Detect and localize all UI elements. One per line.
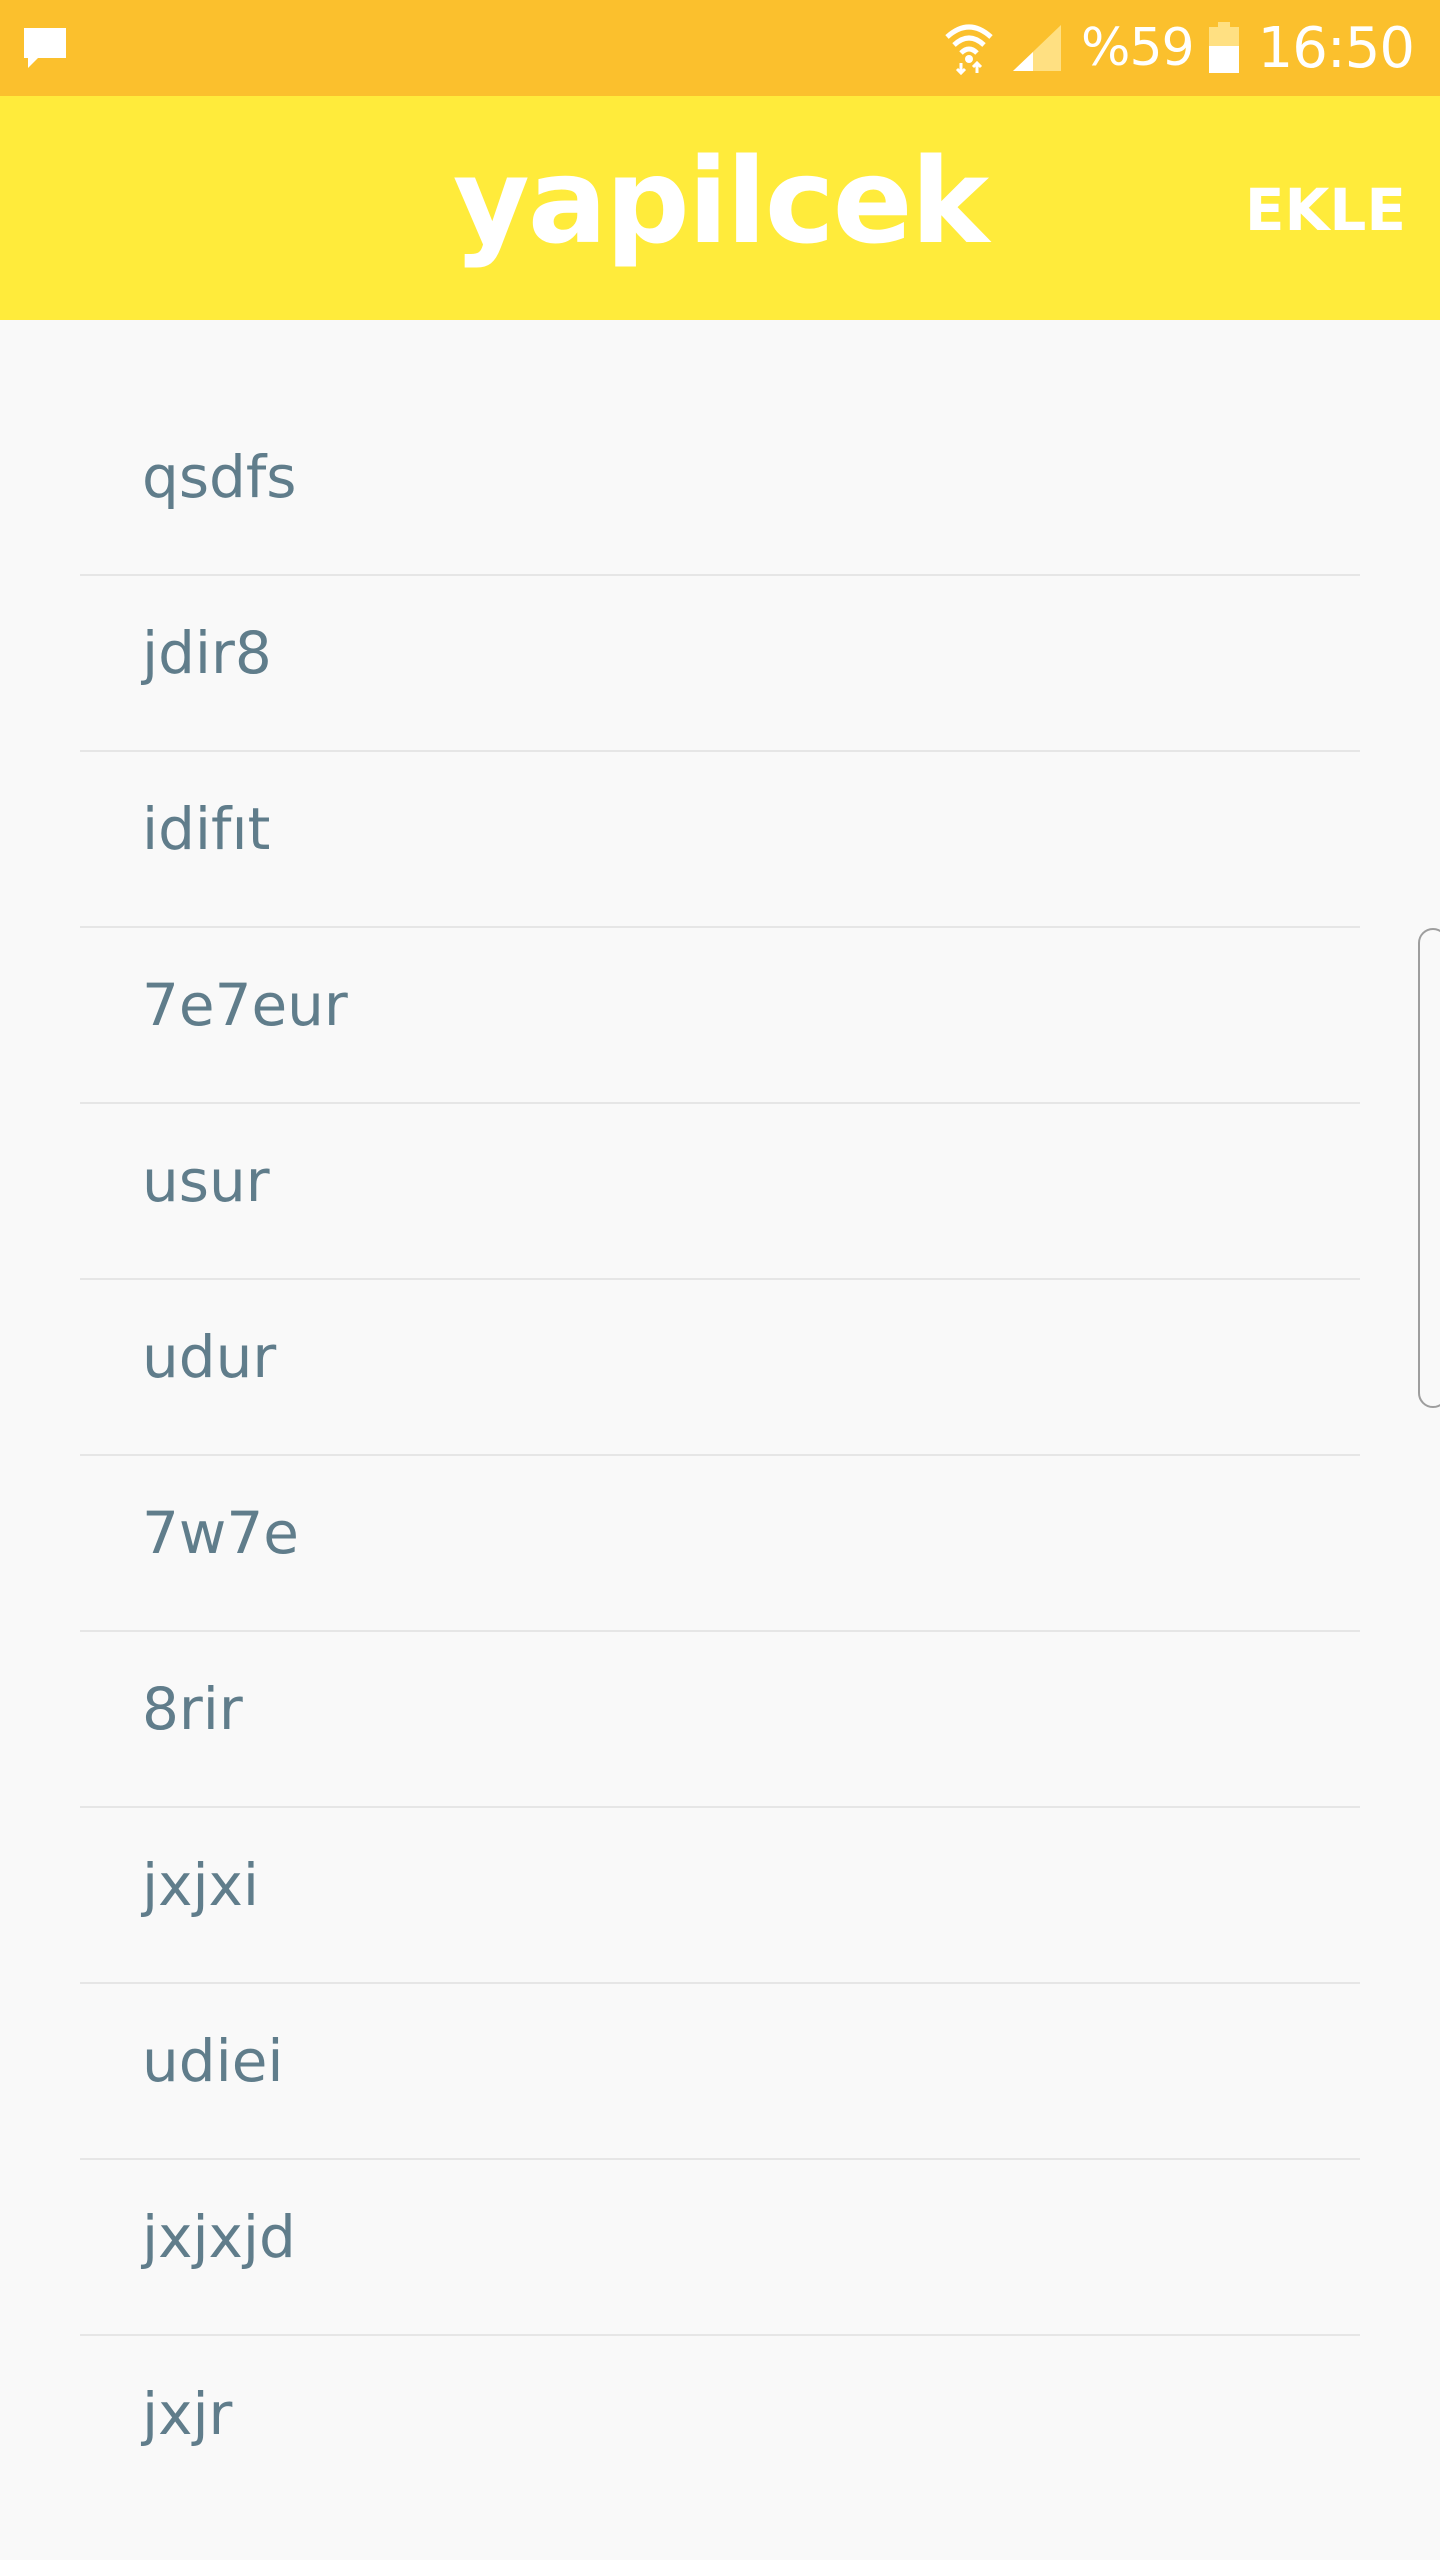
list-item[interactable]: udiei <box>80 1984 1360 2160</box>
battery-percentage: %59 <box>1081 18 1195 78</box>
app-bar: yapilcek EKLE <box>0 96 1440 320</box>
list-item[interactable]: 7w7e <box>80 1456 1360 1632</box>
list-item-label: usur <box>142 1147 270 1215</box>
todo-list: qsdfs jdir8 idifıt 7e7eur usur udur 7w7e… <box>80 400 1360 2512</box>
list-item[interactable]: jxjxi <box>80 1808 1360 1984</box>
list-item-label: jxjxi <box>142 1851 259 1919</box>
list-item-label: jxjr <box>142 2380 233 2448</box>
edge-panel-handle[interactable] <box>1418 928 1440 1408</box>
wifi-icon <box>945 24 993 75</box>
list-item-label: 8rir <box>142 1675 243 1743</box>
status-indicators: %59 16:50 <box>945 0 1415 96</box>
signal-icon <box>1013 25 1062 71</box>
list-item-label: 7w7e <box>142 1499 299 1567</box>
list-item[interactable]: usur <box>80 1104 1360 1280</box>
clock: 16:50 <box>1257 15 1415 81</box>
app-title: yapilcek <box>452 132 989 270</box>
list-item[interactable]: idifıt <box>80 752 1360 928</box>
add-button[interactable]: EKLE <box>1245 176 1406 244</box>
list-item[interactable]: jxjxjd <box>80 2160 1360 2336</box>
list-item-label: jxjxjd <box>142 2203 296 2271</box>
list-item-label: udiei <box>142 2027 284 2095</box>
list-item[interactable]: 7e7eur <box>80 928 1360 1104</box>
list-item-label: udur <box>142 1323 277 1391</box>
message-icon <box>24 28 66 68</box>
battery-icon <box>1208 22 1239 73</box>
list-item[interactable]: 8rir <box>80 1632 1360 1808</box>
list-item-label: 7e7eur <box>142 971 348 1039</box>
list-item[interactable]: jxjr <box>80 2336 1360 2512</box>
list-item-label: jdir8 <box>142 619 272 687</box>
list-item-label: idifıt <box>142 795 271 863</box>
list-item[interactable]: qsdfs <box>80 400 1360 576</box>
list-item[interactable]: udur <box>80 1280 1360 1456</box>
status-bar: %59 16:50 <box>0 0 1440 96</box>
list-item[interactable]: jdir8 <box>80 576 1360 752</box>
list-item-label: qsdfs <box>142 443 297 511</box>
